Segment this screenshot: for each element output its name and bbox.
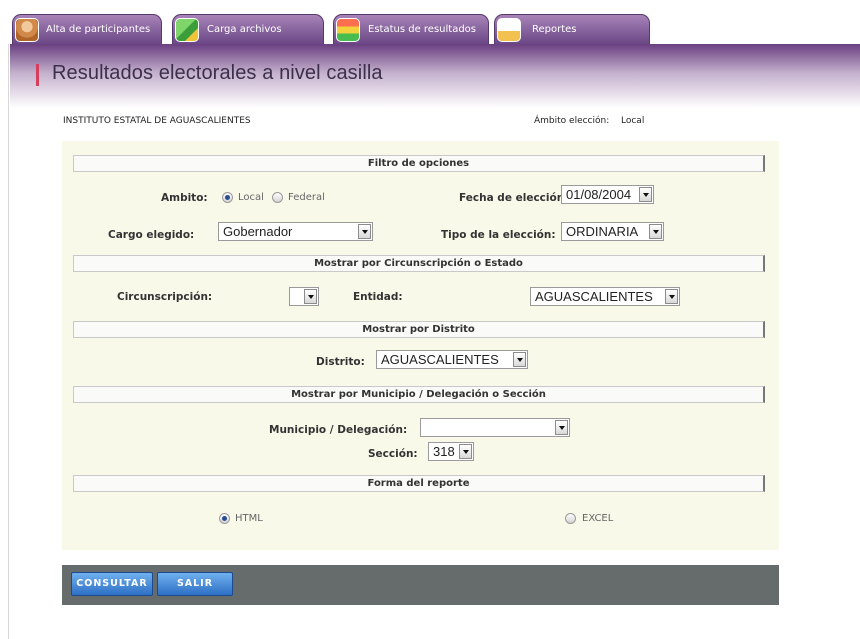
radio-ambito-federal[interactable] xyxy=(272,192,283,203)
person-icon xyxy=(15,18,39,42)
title-accent-bar xyxy=(36,64,39,86)
section-header-circunscripcion: Mostrar por Circunscripción o Estado xyxy=(73,255,765,272)
fecha-eleccion-value: 01/08/2004 xyxy=(566,187,632,202)
radio-excel-label: EXCEL xyxy=(582,513,614,524)
radio-html-label: HTML xyxy=(235,513,263,524)
chevron-down-icon[interactable] xyxy=(358,224,371,239)
fecha-eleccion-label: Fecha de elección: xyxy=(459,192,569,204)
entidad-select[interactable]: AGUASCALIENTES xyxy=(530,287,680,306)
seccion-select[interactable]: 318 xyxy=(428,442,474,461)
chevron-down-icon[interactable] xyxy=(459,444,472,459)
entidad-label: Entidad: xyxy=(353,291,403,303)
circunscripcion-select[interactable] xyxy=(289,287,319,306)
seccion-label: Sección: xyxy=(368,448,418,460)
traffic-light-icon xyxy=(336,18,360,42)
radio-forma-excel[interactable] xyxy=(565,513,576,524)
section-header-filtro: Filtro de opciones xyxy=(73,155,765,172)
radio-local-label: Local xyxy=(238,192,264,203)
seccion-value: 318 xyxy=(433,444,455,459)
tab-carga-archivos[interactable]: Carga archivos xyxy=(172,14,324,44)
folder-icon xyxy=(175,18,199,42)
tipo-eleccion-select[interactable]: ORDINARIA xyxy=(561,222,664,241)
consultar-button[interactable]: CONSULTAR xyxy=(71,572,153,596)
section-header-municipio: Mostrar por Municipio / Delegación o Sec… xyxy=(73,386,765,403)
tipo-eleccion-value: ORDINARIA xyxy=(566,224,639,239)
distrito-value: AGUASCALIENTES xyxy=(381,352,499,367)
cargo-elegido-value: Gobernador xyxy=(223,224,293,239)
municipio-label: Municipio / Delegación: xyxy=(269,424,408,436)
chevron-down-icon[interactable] xyxy=(555,420,568,435)
municipio-select[interactable] xyxy=(420,418,570,437)
tab-alta-participantes[interactable]: Alta de participantes xyxy=(12,14,162,44)
salir-button[interactable]: SALIR xyxy=(157,572,233,596)
chevron-down-icon[interactable] xyxy=(665,289,678,304)
radio-federal-label: Federal xyxy=(288,192,325,203)
tab-reportes[interactable]: Reportes xyxy=(494,14,650,44)
tab-label: Estatus de resultados xyxy=(368,24,476,35)
fecha-eleccion-select[interactable]: 01/08/2004 xyxy=(561,185,654,204)
ambito-eleccion-label: Ámbito elección: xyxy=(534,116,610,126)
ambito-label: Ambito: xyxy=(161,192,208,204)
tab-label: Reportes xyxy=(532,24,577,35)
tab-bar: Alta de participantes Carga archivos Est… xyxy=(0,0,860,44)
ambito-eleccion-value: Local xyxy=(621,116,645,126)
page-title: Resultados electorales a nivel casilla xyxy=(52,62,383,84)
entidad-value: AGUASCALIENTES xyxy=(535,289,653,304)
tipo-eleccion-label: Tipo de la elección: xyxy=(441,229,556,241)
report-icon xyxy=(497,18,521,42)
distrito-label: Distrito: xyxy=(316,356,365,368)
chevron-down-icon[interactable] xyxy=(513,352,526,367)
chevron-down-icon[interactable] xyxy=(649,224,662,239)
radio-ambito-local[interactable] xyxy=(222,192,233,203)
tab-label: Alta de participantes xyxy=(46,24,151,35)
cargo-elegido-label: Cargo elegido: xyxy=(108,229,195,241)
distrito-select[interactable]: AGUASCALIENTES xyxy=(376,350,528,369)
left-border-line xyxy=(8,0,9,639)
tab-label: Carga archivos xyxy=(207,24,282,35)
tab-estatus-resultados[interactable]: Estatus de resultados xyxy=(333,14,489,44)
section-header-forma: Forma del reporte xyxy=(73,475,765,492)
radio-forma-html[interactable] xyxy=(219,513,230,524)
cargo-elegido-select[interactable]: Gobernador xyxy=(218,222,373,241)
chevron-down-icon[interactable] xyxy=(304,289,317,304)
header-banner: Resultados electorales a nivel casilla xyxy=(10,44,860,108)
institute-name: INSTITUTO ESTATAL DE AGUASCALIENTES xyxy=(63,116,251,126)
section-header-distrito: Mostrar por Distrito xyxy=(73,321,765,338)
chevron-down-icon[interactable] xyxy=(639,187,652,202)
circunscripcion-label: Circunscripción: xyxy=(117,291,213,303)
